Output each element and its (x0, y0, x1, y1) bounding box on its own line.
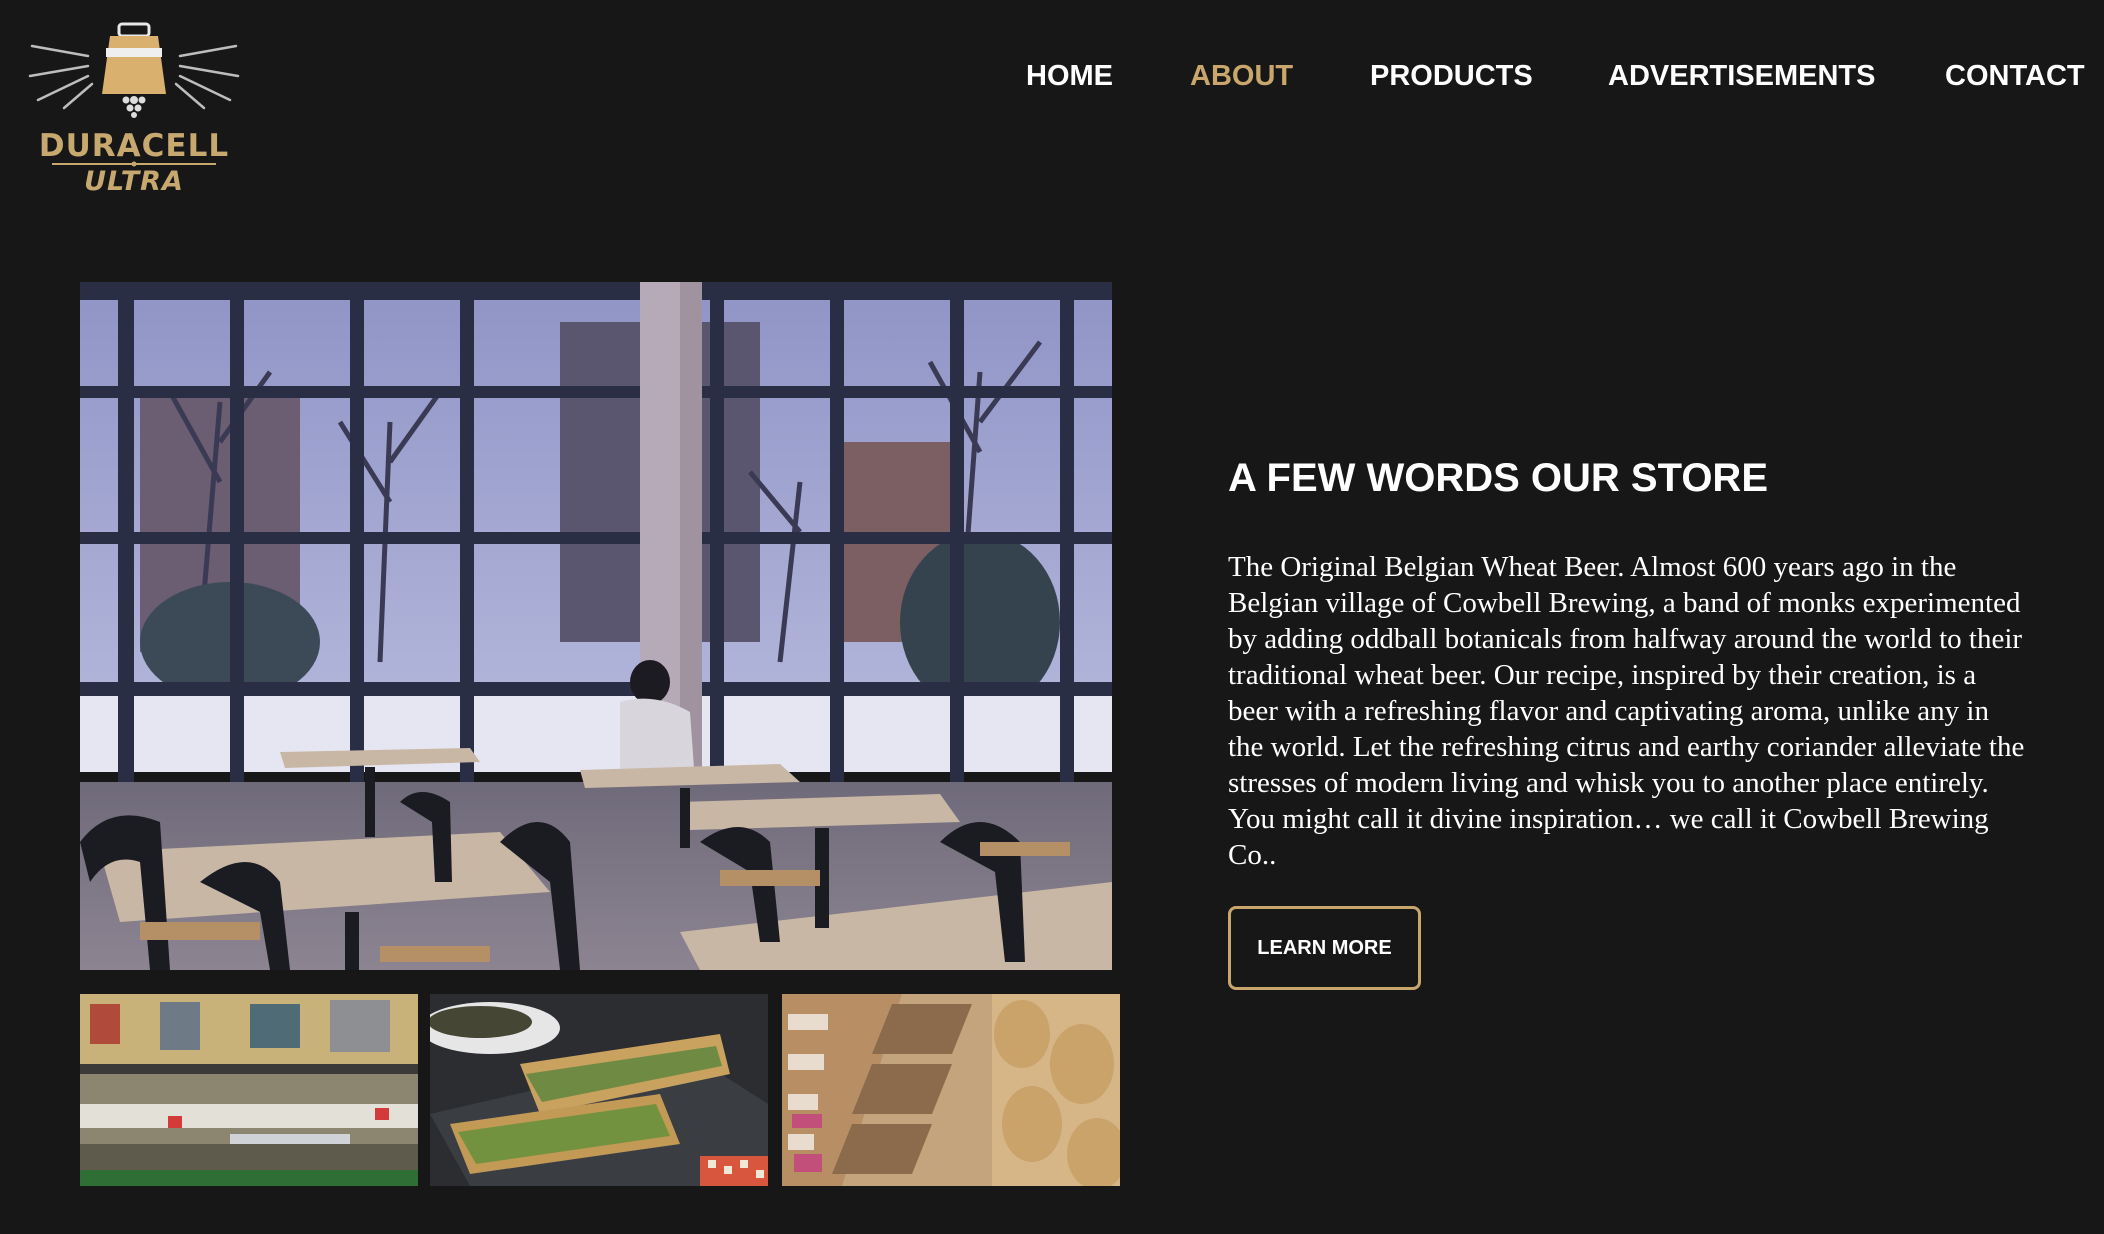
main-nav: HOME ABOUT PRODUCTS ADVERTISEMENTS CONTA… (0, 60, 2104, 100)
logo-brand-text: DURACELL (38, 128, 230, 164)
store-interior-photo (80, 282, 1112, 970)
nav-item-contact[interactable]: CONTACT (1945, 60, 2085, 93)
nav-item-products[interactable]: PRODUCTS (1370, 60, 1533, 93)
logo-subtitle-text: ULTRA (84, 166, 184, 197)
learn-more-button[interactable]: LEARN MORE (1228, 906, 1421, 990)
about-body-text: The Original Belgian Wheat Beer. Almost … (1228, 551, 2025, 871)
site-logo[interactable]: DURACELL ULTRA (26, 20, 242, 210)
sandwich-thumbnail[interactable] (430, 994, 768, 1186)
bulk-food-thumbnail[interactable] (782, 994, 1120, 1186)
nav-item-home[interactable]: HOME (1026, 60, 1113, 93)
about-heading: A FEW WORDS OUR STORE (1228, 456, 1768, 500)
market-interior-thumbnail[interactable] (80, 994, 418, 1186)
nav-item-advertisements[interactable]: ADVERTISEMENTS (1608, 60, 1875, 93)
nav-item-about[interactable]: ABOUT (1190, 60, 1293, 93)
